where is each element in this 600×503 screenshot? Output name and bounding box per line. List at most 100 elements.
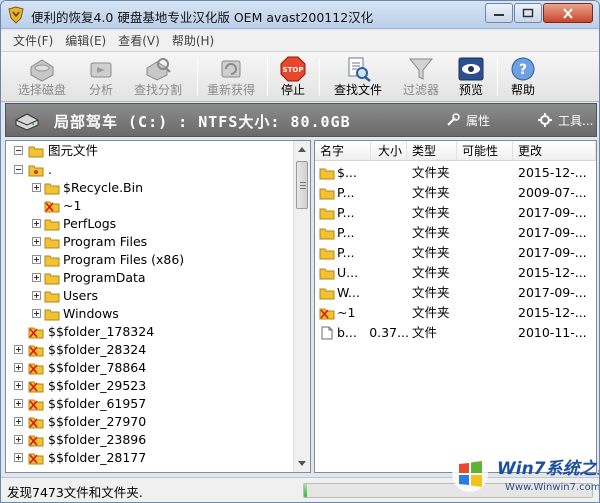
minimize-button[interactable] [485, 3, 513, 23]
row-name: P... [337, 225, 355, 240]
expand-icon[interactable] [14, 417, 23, 426]
folder-icon [319, 288, 335, 300]
expand-icon[interactable] [32, 309, 41, 318]
stop-button[interactable]: STOP 停止 [273, 54, 313, 100]
preview-button[interactable]: 预览 [451, 54, 491, 100]
tree-item[interactable]: PerfLogs [6, 215, 294, 233]
tree-item[interactable]: Windows [6, 305, 294, 323]
tree-item[interactable]: $$folder_178324 [6, 323, 294, 341]
expand-icon[interactable] [14, 453, 23, 462]
tree-item[interactable]: 图元文件 [6, 142, 294, 160]
expand-icon[interactable] [32, 237, 41, 246]
tree-item[interactable]: Program Files [6, 233, 294, 251]
column-header-possibility[interactable]: 可能性 [457, 141, 513, 161]
toolbar-separator [197, 58, 198, 96]
folder-tree[interactable]: 图元文件 . $Recycle.Bin ~1 PerfLogs Program … [5, 140, 311, 473]
row-size [371, 163, 405, 183]
row-size: 0.37... [369, 325, 409, 340]
scroll-thumb[interactable] [296, 161, 308, 209]
expand-icon[interactable] [14, 435, 23, 444]
tree-scrollbar[interactable] [293, 141, 310, 472]
tree-item-label: $$folder_23896 [48, 432, 147, 447]
tools-label: 工具... [558, 114, 594, 128]
tree-item[interactable]: ProgramData [6, 269, 294, 287]
analyze-button[interactable]: 分析 [79, 54, 123, 100]
reacquire-button[interactable]: 重新获得 [201, 54, 261, 100]
list-row[interactable]: P... 文件夹 2017-09-... [315, 243, 596, 263]
close-button[interactable] [543, 3, 593, 23]
watermark-url: Www.Winwin7.com [505, 482, 600, 493]
maximize-button[interactable] [514, 3, 542, 23]
list-row[interactable]: W... 文件夹 2017-09-... [315, 283, 596, 303]
expand-icon[interactable] [32, 219, 41, 228]
preview-eye-icon [458, 57, 484, 81]
row-modified: 2017-09-... [518, 205, 587, 220]
list-row[interactable]: U... 文件夹 2015-12-... [315, 263, 596, 283]
select-disk-label: 选择磁盘 [17, 83, 66, 97]
collapse-icon[interactable] [14, 165, 23, 174]
help-question-icon: ? [511, 57, 535, 81]
window-title: 便利的恢复4.0 硬盘基地专业汉化版 OEM avast200112汉化 [31, 10, 374, 25]
tree-item[interactable]: Users [6, 287, 294, 305]
find-files-button[interactable]: 查找文件 [325, 54, 391, 100]
list-row[interactable]: P... 文件夹 2017-09-... [315, 203, 596, 223]
expand-icon[interactable] [14, 381, 23, 390]
properties-button[interactable]: 属性 [446, 112, 490, 129]
drive-header: 局部驾车 (C:) : NTFS大小: 80.0GB 属性 工具... [5, 103, 597, 137]
tree-item[interactable]: $$folder_61957 [6, 395, 294, 413]
tools-button[interactable]: 工具... [538, 112, 593, 129]
list-row[interactable]: $... 文件夹 2015-12-... [315, 163, 596, 183]
tree-item[interactable]: $Recycle.Bin [6, 179, 294, 197]
file-list[interactable]: 名字 大小 类型 可能性 更改 $... 文件夹 2015-12-... P..… [314, 140, 597, 473]
tree-item[interactable]: $$folder_78864 [6, 359, 294, 377]
menu-help[interactable]: 帮助(H) [166, 32, 220, 49]
list-row[interactable]: ~1 文件夹 2015-12-... [315, 303, 596, 323]
column-header-name[interactable]: 名字 [315, 141, 371, 161]
list-row[interactable]: b... 0.37... 文件 2010-11-... [315, 323, 596, 343]
expand-icon[interactable] [32, 183, 41, 192]
tree-item-label: $$folder_27970 [48, 414, 147, 429]
scroll-up-arrow[interactable] [294, 141, 310, 158]
row-possibility [462, 183, 510, 203]
list-row[interactable]: P... 文件夹 2009-07-... [315, 183, 596, 203]
tree-item[interactable]: $$folder_23896 [6, 431, 294, 449]
row-name: P... [337, 205, 355, 220]
menu-edit[interactable]: 编辑(E) [59, 32, 112, 49]
hard-drive-icon [15, 113, 39, 131]
folder-icon [44, 309, 60, 321]
expand-icon[interactable] [14, 399, 23, 408]
menu-view[interactable]: 查看(V) [112, 32, 166, 49]
tree-item-label: ~1 [63, 198, 82, 213]
expand-icon[interactable] [32, 291, 41, 300]
expand-icon[interactable] [14, 363, 23, 372]
tree-item[interactable]: $$folder_29523 [6, 377, 294, 395]
find-partition-button[interactable]: 查找分割 [125, 54, 191, 100]
help-button[interactable]: ? 帮助 [503, 54, 543, 100]
row-size [371, 263, 405, 283]
column-header-type[interactable]: 类型 [407, 141, 457, 161]
tree-item[interactable]: Program Files (x86) [6, 251, 294, 269]
column-header-size[interactable]: 大小 [371, 141, 407, 161]
preview-label: 预览 [458, 83, 483, 97]
collapse-icon[interactable] [14, 146, 23, 155]
list-row[interactable]: P... 文件夹 2017-09-... [315, 223, 596, 243]
folder-icon [44, 237, 60, 249]
scroll-down-arrow[interactable] [294, 455, 310, 472]
expand-icon[interactable] [14, 345, 23, 354]
select-disk-button[interactable]: 选择磁盘 [9, 54, 75, 100]
tree-item[interactable]: $$folder_28177 [6, 449, 294, 467]
title-bar[interactable]: 便利的恢复4.0 硬盘基地专业汉化版 OEM avast200112汉化 [1, 1, 599, 29]
menu-file[interactable]: 文件(F) [7, 32, 59, 49]
tree-item[interactable]: $$folder_28324 [6, 341, 294, 359]
expand-icon[interactable] [32, 255, 41, 264]
column-header-modified[interactable]: 更改 [513, 141, 596, 161]
partition-search-icon [146, 58, 171, 81]
folder-icon [44, 273, 60, 285]
expand-icon[interactable] [32, 273, 41, 282]
filter-button[interactable]: 过滤器 [397, 54, 445, 100]
row-size [371, 243, 405, 263]
tree-item[interactable]: ~1 [6, 197, 294, 215]
tree-item[interactable]: . [6, 161, 294, 179]
tree-item-label: $Recycle.Bin [63, 180, 144, 195]
tree-item[interactable]: $$folder_27970 [6, 413, 294, 431]
